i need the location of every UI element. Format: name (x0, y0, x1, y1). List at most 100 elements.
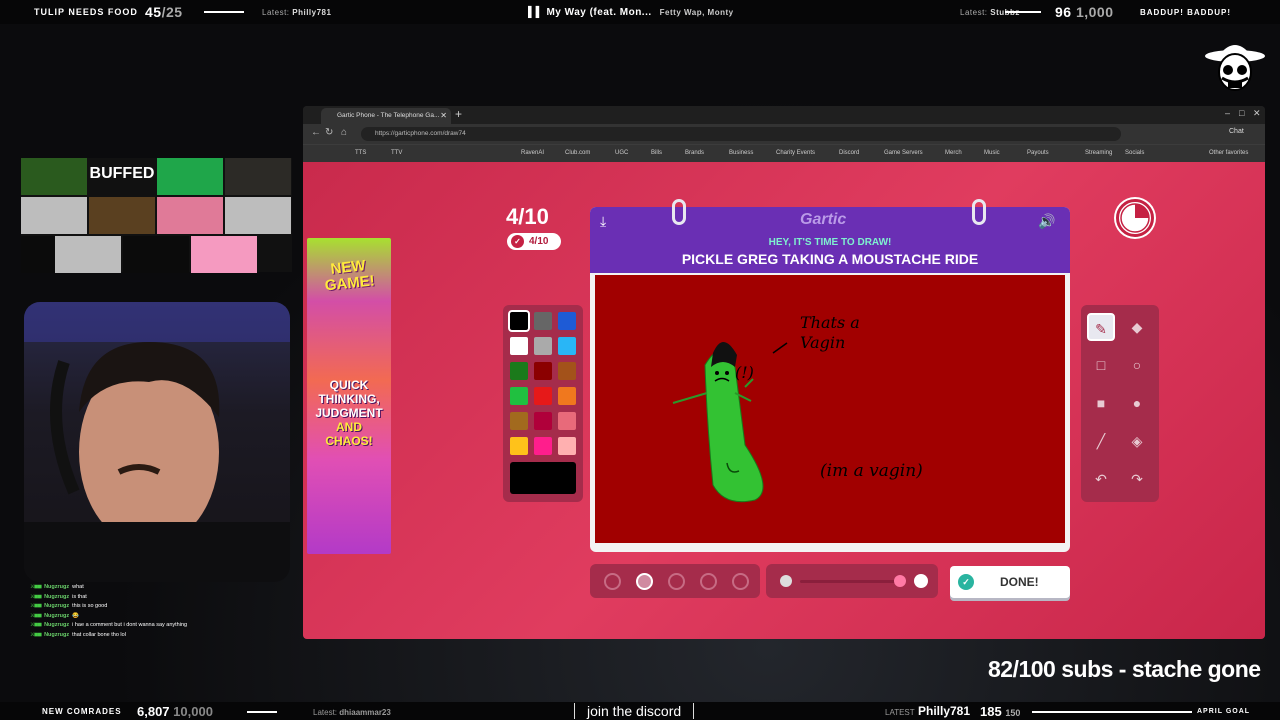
color-swatch[interactable] (558, 387, 576, 405)
pencil-icon[interactable]: ✎ (1087, 313, 1115, 341)
bottom-latest-2-label: LATEST (885, 708, 915, 717)
chat-button[interactable]: Chat (1229, 128, 1244, 135)
brush-size-option[interactable] (700, 573, 717, 590)
done-button[interactable]: ✓ DONE! (950, 566, 1070, 598)
opacity-slider[interactable] (766, 564, 938, 598)
canvas-scribble-text: Thats a Vagin (800, 313, 860, 352)
bookmark[interactable]: Other favorites (1209, 150, 1248, 156)
color-swatch[interactable] (558, 362, 576, 380)
rect-fill-icon[interactable]: ■ (1087, 389, 1115, 417)
undo-icon[interactable]: ↶ (1087, 465, 1115, 493)
bookmark[interactable]: Bills (651, 150, 662, 156)
bookmark[interactable]: Music (984, 150, 1000, 156)
color-swatch[interactable] (510, 362, 528, 380)
top-right-bar (1005, 11, 1041, 13)
color-swatch[interactable] (534, 312, 552, 330)
minimize-icon[interactable]: – (1225, 108, 1230, 118)
bookmark[interactable]: TTS (355, 150, 366, 156)
new-tab-icon[interactable]: + (455, 107, 462, 121)
fill-bucket-icon[interactable]: ◈ (1123, 427, 1151, 455)
participant-tile (225, 158, 291, 195)
bookmark[interactable]: Business (729, 150, 753, 156)
close-window-icon[interactable]: ✕ (1253, 108, 1261, 119)
refresh-icon[interactable]: ↻ (325, 127, 333, 138)
color-swatch-black[interactable] (508, 310, 530, 332)
participant-tile (89, 197, 155, 234)
back-icon[interactable]: ← (311, 127, 321, 138)
bookmark[interactable]: Payouts (1027, 150, 1049, 156)
bookmark[interactable]: Charity Events (776, 150, 815, 156)
bookmark[interactable]: Brands (685, 150, 704, 156)
bottom-goal-label: NEW COMRADES (42, 707, 122, 716)
bottom-sub-count: 185 150 (980, 704, 1021, 719)
color-swatch[interactable] (534, 362, 552, 380)
color-swatch[interactable] (558, 412, 576, 430)
color-swatch[interactable] (510, 387, 528, 405)
bookmark[interactable]: Game Servers (884, 150, 923, 156)
color-swatch[interactable] (534, 412, 552, 430)
color-swatch[interactable] (510, 437, 528, 455)
bookmark[interactable]: Merch (945, 150, 962, 156)
color-swatch[interactable] (534, 387, 552, 405)
opacity-handle[interactable] (894, 575, 906, 587)
download-icon[interactable]: ⤓ (600, 213, 606, 230)
color-swatch[interactable] (510, 337, 528, 355)
color-swatch[interactable] (534, 437, 552, 455)
badge-icons: ⚔◼◼ (30, 631, 42, 638)
brush-size-option[interactable] (668, 573, 685, 590)
participant-tile (191, 236, 257, 273)
join-discord-text: join the discord (574, 703, 695, 719)
bookmarks-bar: TTS TTV RavenAI Club.com UGC Bills Brand… (303, 144, 1265, 162)
brush-size-option-selected[interactable] (636, 573, 653, 590)
color-swatch[interactable] (534, 337, 552, 355)
round-pill: ✓ 4/10 (507, 233, 561, 250)
binder-ring (672, 199, 686, 225)
subs-goal-text: 82/100 subs - stache gone (988, 656, 1261, 682)
bottom-latest: Latest: dhiaammar23 (313, 708, 391, 717)
bookmark[interactable]: Streaming (1085, 150, 1112, 156)
color-swatch[interactable] (558, 437, 576, 455)
eraser-icon[interactable]: ◆ (1123, 313, 1151, 341)
draw-subtitle: HEY, IT'S TIME TO DRAW! (768, 237, 892, 248)
bookmark[interactable]: Club.com (565, 150, 590, 156)
close-tab-icon[interactable]: ✕ (440, 108, 447, 124)
canvas-scribble-text: (im a vagin) (820, 461, 923, 481)
color-swatch[interactable] (558, 337, 576, 355)
drawing-canvas[interactable]: Thats a Vagin (!) (im a vagin) (595, 275, 1065, 543)
ad-tagline: QUICK THINKING, JUDGMENT AND CHAOS! (315, 378, 383, 448)
brush-size-option[interactable] (732, 573, 749, 590)
circle-fill-icon[interactable]: ● (1123, 389, 1151, 417)
chat-message: ⚔◼◼ Nugzrugz 😂 (30, 612, 290, 622)
browser-window: Gartic Phone - The Telephone Ga... ✕ + – … (303, 106, 1265, 639)
bottom-latest-2-name: Philly781 (918, 704, 971, 718)
tab-gartic[interactable]: Gartic Phone - The Telephone Ga... ✕ (321, 108, 451, 124)
badge-icons: ⚔◼◼ (30, 612, 42, 619)
circle-outline-icon[interactable]: ○ (1123, 351, 1151, 379)
top-bar: TULIP NEEDS FOOD 45/25 Latest: Philly781… (0, 0, 1280, 24)
color-swatch[interactable] (558, 312, 576, 330)
bookmark[interactable]: UGC (615, 150, 628, 156)
top-latest: Latest: Philly781 (262, 8, 332, 17)
redo-icon[interactable]: ↷ (1123, 465, 1151, 493)
rect-outline-icon[interactable]: □ (1087, 351, 1115, 379)
home-icon[interactable]: ⌂ (341, 127, 347, 138)
maximize-icon[interactable]: □ (1239, 108, 1244, 118)
bookmark[interactable]: RavenAI (521, 150, 544, 156)
url-bar[interactable]: https://garticphone.com/draw74 (361, 127, 1121, 141)
opacity-min-icon (780, 575, 792, 587)
chat-message: ⚔◼◼ Nugzrugz this is so good (30, 602, 290, 612)
binder-ring (972, 199, 986, 225)
color-swatch[interactable] (510, 412, 528, 430)
bookmark[interactable]: Socials (1125, 150, 1144, 156)
game-ad[interactable]: NEW GAME! QUICK THINKING, JUDGMENT AND CH… (307, 238, 391, 554)
sound-icon[interactable]: 🔊 (1038, 213, 1055, 230)
bookmark[interactable]: Discord (839, 150, 859, 156)
brush-size-option[interactable] (604, 573, 621, 590)
bookmark[interactable]: TTV (391, 150, 402, 156)
chat-message: ⚔◼◼ Nugzrugz is that (30, 593, 290, 603)
chat-overlay: ⚔◼◼ Nugzrugz what ⚔◼◼ Nugzrugz is that ⚔◼◼ Nu… (30, 583, 290, 641)
check-icon: ✓ (958, 574, 974, 590)
round-counter: 4/10 (506, 204, 549, 229)
line-icon[interactable]: ╱ (1087, 427, 1115, 455)
participant-tile (225, 197, 291, 234)
